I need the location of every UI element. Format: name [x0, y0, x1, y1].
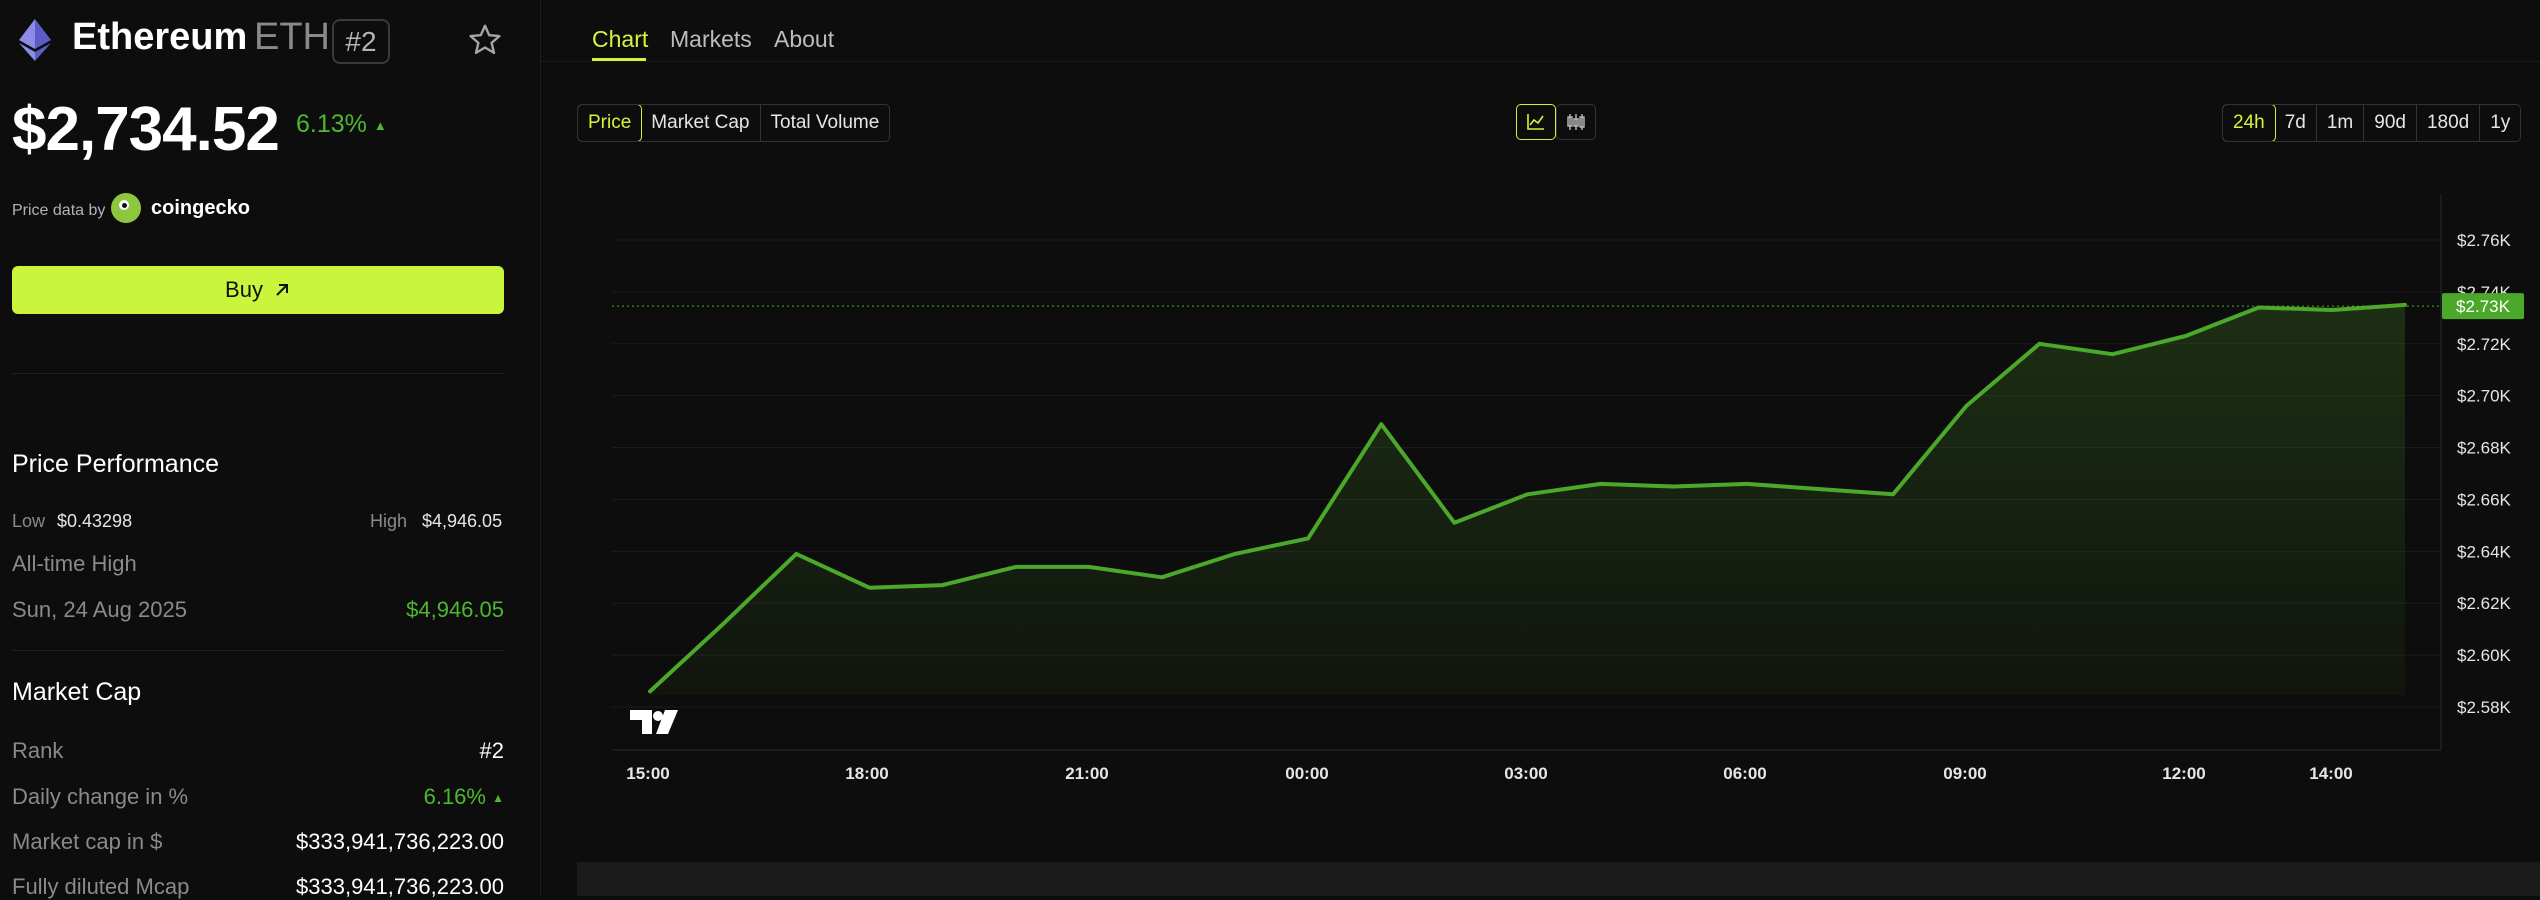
tradingview-logo-icon: [630, 710, 678, 734]
y-tick-label: $2.68K: [2457, 439, 2512, 458]
current-price-tag: $2.73K: [2442, 293, 2524, 320]
x-tick-label: 00:00: [1285, 764, 1328, 783]
y-tick-label: $2.62K: [2457, 594, 2512, 613]
y-tick-label: $2.72K: [2457, 335, 2512, 354]
price-area: [650, 304, 2405, 695]
x-tick-label: 14:00: [2309, 764, 2352, 783]
y-tick-label: $2.66K: [2457, 490, 2512, 509]
x-tick-label: 06:00: [1723, 764, 1766, 783]
x-tick-label: 09:00: [1943, 764, 1986, 783]
y-tick-label: $2.60K: [2457, 646, 2512, 665]
y-tick-label: $2.58K: [2457, 698, 2512, 717]
y-tick-label: $2.64K: [2457, 542, 2512, 561]
x-tick-label: 15:00: [626, 764, 669, 783]
y-tick-label: $2.76K: [2457, 231, 2512, 250]
bottom-panel: [577, 862, 2540, 896]
price-chart[interactable]: $2.76K$2.74K$2.72K$2.70K$2.68K$2.66K$2.6…: [0, 0, 2540, 896]
x-tick-label: 03:00: [1504, 764, 1547, 783]
x-tick-label: 18:00: [845, 764, 888, 783]
current-price-tag-label: $2.73K: [2456, 297, 2511, 316]
x-tick-label: 12:00: [2162, 764, 2205, 783]
y-tick-label: $2.70K: [2457, 387, 2512, 406]
x-tick-label: 21:00: [1065, 764, 1108, 783]
x-axis-ticks: 15:00 18:00 21:00 00:00 03:00 06:00 09:00 12:00…: [626, 764, 2352, 783]
